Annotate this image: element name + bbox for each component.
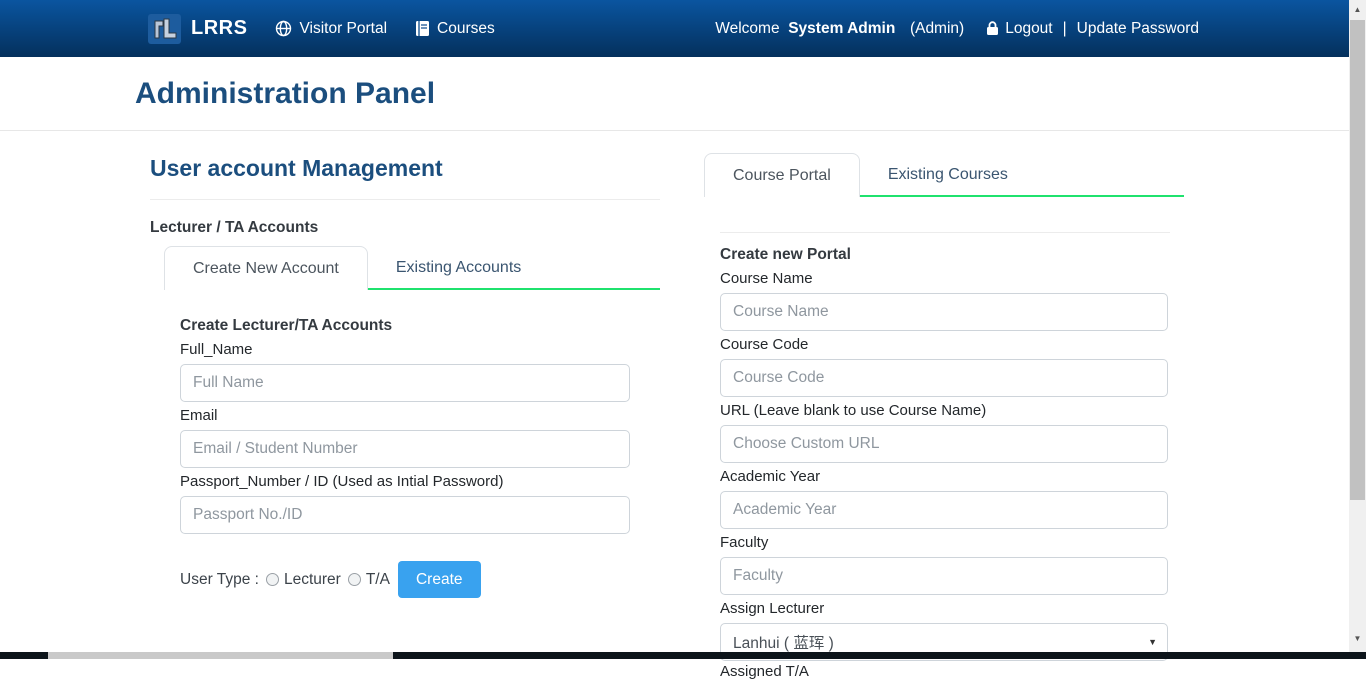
welcome-text: Welcome System Admin (Admin)	[715, 20, 964, 38]
custom-url-input[interactable]	[720, 425, 1168, 463]
course-code-input[interactable]	[720, 359, 1168, 397]
custom-url-label: URL (Leave blank to use Course Name)	[720, 402, 1168, 419]
scroll-up-arrow-icon[interactable]: ▲	[1349, 1, 1366, 17]
vertical-scrollbar[interactable]: ▲ ▼	[1349, 0, 1366, 652]
radio-lecturer[interactable]	[266, 573, 279, 586]
assign-lecturer-label: Assign Lecturer	[720, 600, 1168, 617]
divider	[150, 199, 660, 200]
horizontal-scrollbar[interactable]	[0, 652, 1366, 659]
lecturer-ta-accounts-heading: Lecturer / TA Accounts	[150, 219, 660, 237]
brand-label: LRRS	[191, 17, 247, 40]
scroll-down-arrow-icon[interactable]: ▼	[1349, 630, 1366, 646]
course-name-label: Course Name	[720, 270, 1168, 287]
user-type-label: User Type :	[180, 571, 259, 589]
lrrs-logo-icon	[148, 14, 181, 44]
tab-existing-accounts[interactable]: Existing Accounts	[368, 246, 549, 290]
nav-courses[interactable]: Courses	[415, 20, 495, 38]
logout-link[interactable]: Logout	[986, 20, 1052, 38]
create-account-form-title: Create Lecturer/TA Accounts	[180, 317, 630, 335]
user-type-row: User Type : Lecturer T/A Create	[180, 561, 630, 598]
academic-year-label: Academic Year	[720, 468, 1168, 485]
full-name-input[interactable]	[180, 364, 630, 402]
nav-separator: |	[1063, 20, 1067, 38]
email-input[interactable]	[180, 430, 630, 468]
faculty-input[interactable]	[720, 557, 1168, 595]
faculty-label: Faculty	[720, 534, 1168, 551]
create-account-form: Create Lecturer/TA Accounts Full_Name Em…	[164, 290, 630, 598]
top-navbar: LRRS Visitor Portal Courses	[0, 0, 1349, 57]
course-tabbar: Course Portal Existing Courses	[704, 153, 1184, 197]
page-header: Administration Panel	[0, 57, 1349, 131]
full-name-label: Full_Name	[180, 341, 630, 358]
section-title: User account Management	[150, 155, 660, 182]
tab-course-portal[interactable]: Course Portal	[704, 153, 860, 197]
user-account-management-section: User account Management Lecturer / TA Ac…	[150, 143, 660, 598]
assigned-ta-label-clipped: Assigned T/A	[720, 663, 1168, 680]
brand[interactable]: LRRS	[148, 14, 247, 44]
divider	[720, 232, 1170, 233]
tab-create-new-account[interactable]: Create New Account	[164, 246, 368, 290]
create-button[interactable]: Create	[398, 561, 481, 598]
passport-input[interactable]	[180, 496, 630, 534]
user-name: System Admin	[788, 20, 895, 37]
vertical-scrollbar-thumb[interactable]	[1350, 20, 1365, 500]
course-portal-section: Course Portal Existing Courses Create ne…	[704, 153, 1184, 680]
course-code-label: Course Code	[720, 336, 1168, 353]
book-icon	[415, 20, 430, 37]
radio-ta[interactable]	[348, 573, 361, 586]
horizontal-scrollbar-thumb[interactable]	[48, 652, 393, 659]
create-portal-form: Create new Portal Course Name Course Cod…	[704, 197, 1184, 680]
create-portal-form-title: Create new Portal	[720, 246, 1168, 264]
nav-visitor-portal[interactable]: Visitor Portal	[275, 20, 387, 38]
tab-existing-courses[interactable]: Existing Courses	[860, 153, 1036, 197]
course-name-input[interactable]	[720, 293, 1168, 331]
lock-icon	[986, 21, 999, 36]
user-role: (Admin)	[910, 20, 964, 37]
logout-label: Logout	[1005, 20, 1052, 38]
page-title: Administration Panel	[135, 77, 435, 111]
nav-courses-label: Courses	[437, 20, 495, 38]
academic-year-input[interactable]	[720, 491, 1168, 529]
radio-lecturer-label: Lecturer	[284, 571, 341, 589]
assign-lecturer-selected-value: Lanhui ( 蓝珲 )	[733, 631, 834, 653]
email-label: Email	[180, 407, 630, 424]
update-password-link[interactable]: Update Password	[1077, 20, 1199, 38]
radio-ta-label: T/A	[366, 571, 390, 589]
nav-visitor-portal-label: Visitor Portal	[299, 20, 387, 38]
passport-label: Passport_Number / ID (Used as Intial Pas…	[180, 473, 630, 490]
globe-icon	[275, 20, 292, 37]
account-tabbar: Create New Account Existing Accounts	[164, 246, 660, 290]
